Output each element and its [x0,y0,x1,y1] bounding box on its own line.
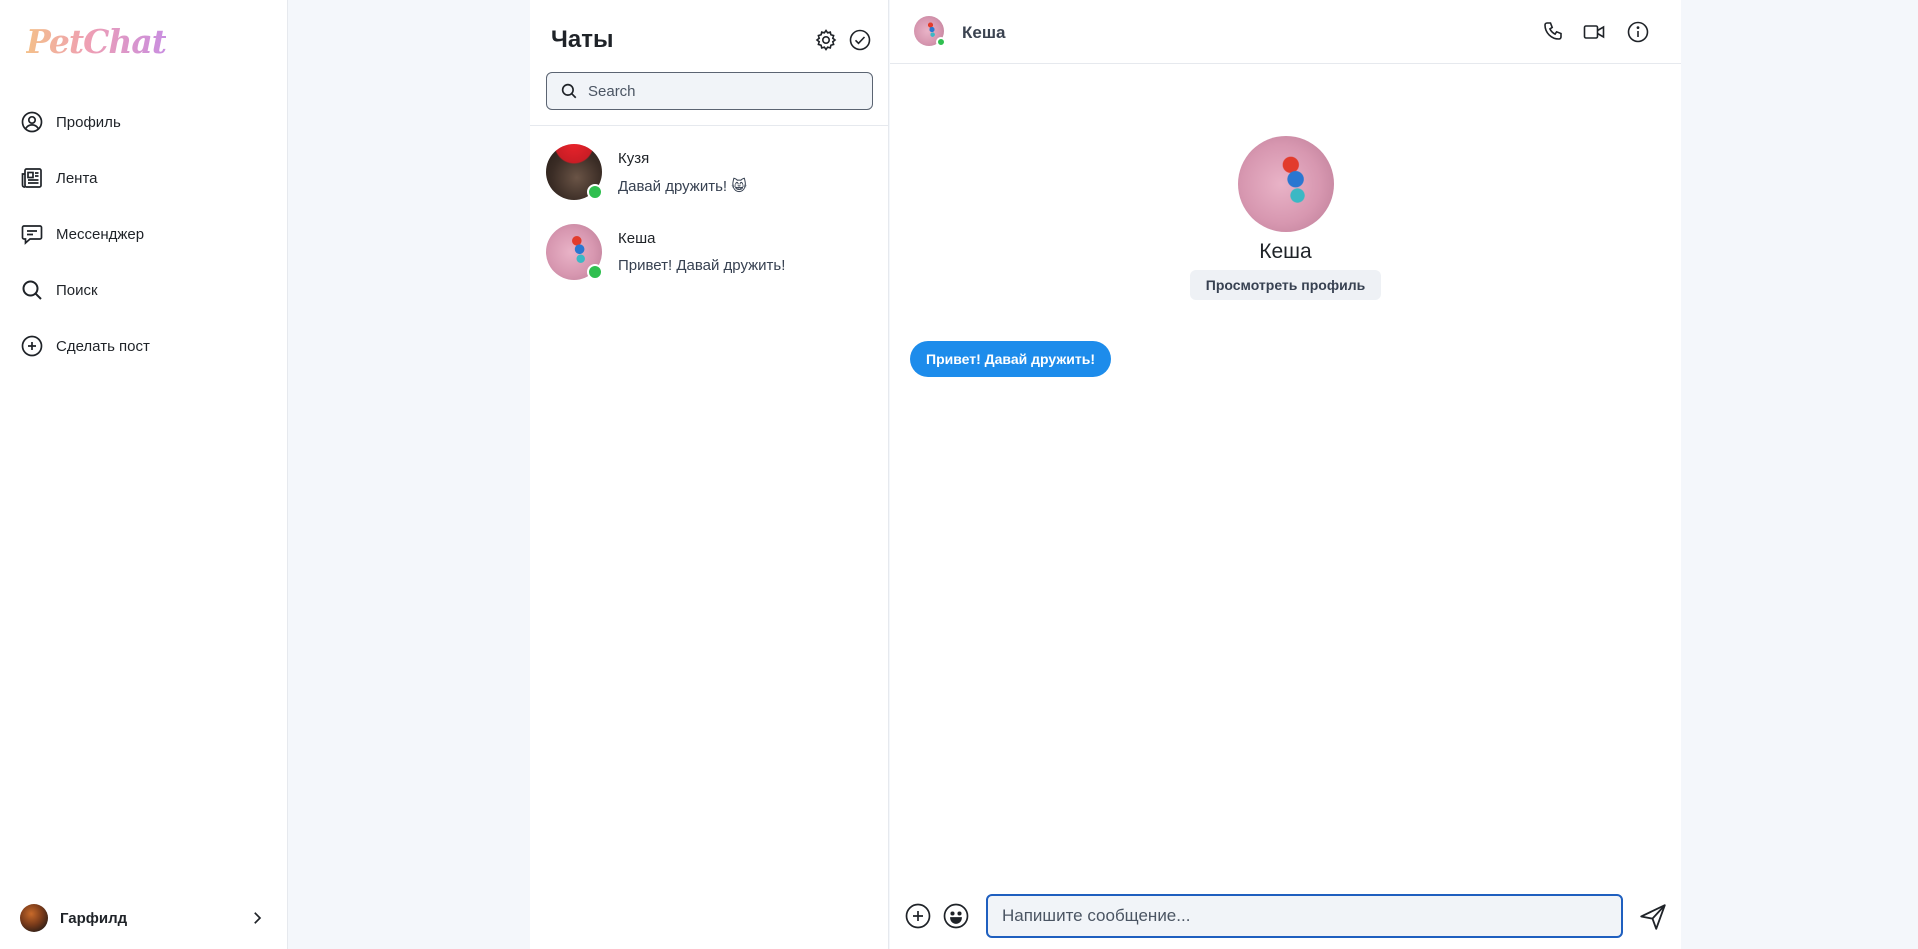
conversation-contact-name[interactable]: Кеша [962,23,1005,43]
sidebar-item-label: Сделать пост [56,337,150,355]
sidebar-item-messenger[interactable]: Мессенджер [20,206,268,262]
sidebar-item-label: Лента [56,169,98,187]
sidebar-item-label: Профиль [56,113,121,131]
chat-list-item-kuzya[interactable]: Кузя Давай дружить! 😸 [546,140,876,204]
sidebar-item-search[interactable]: Поиск [20,262,268,318]
newspaper-icon [20,166,44,190]
online-indicator [587,184,603,200]
sidebar-item-create-post[interactable]: Сделать пост [20,318,268,374]
chat-name: Кеша [618,230,656,247]
view-profile-button[interactable]: Просмотреть профиль [1189,270,1382,300]
search-icon [20,278,44,302]
emoji-icon[interactable] [942,902,970,930]
avatar[interactable] [914,16,946,47]
message-composer [890,890,1681,940]
send-icon[interactable] [1638,902,1668,932]
app-logo[interactable]: PetChat [26,22,167,61]
avatar [546,224,603,280]
message-input[interactable] [986,894,1623,938]
chat-list-panel: Чаты Кузя Давай дружит [530,0,889,949]
conversation-header: Кеша [890,0,1681,64]
avatar [20,904,48,932]
sidebar-nav: Профиль Лента Мессенджер Поиск Сделать п… [20,94,268,374]
online-indicator [936,37,946,47]
online-indicator [587,264,603,280]
search-icon [560,82,578,100]
chat-preview: Привет! Давай дружить! [618,257,786,274]
sidebar-item-profile[interactable]: Профиль [20,94,268,150]
sidebar-item-feed[interactable]: Лента [20,150,268,206]
avatar [1237,136,1334,232]
sidebar: PetChat Профиль Лента Мессенджер Поиск С… [0,0,288,949]
chat-list-item-kesha[interactable]: Кеша Привет! Давай дружить! [546,220,876,284]
phone-icon[interactable] [1542,20,1566,44]
search-input[interactable] [588,82,858,100]
chat-preview: Давай дружить! 😸 [618,177,747,195]
search-field[interactable] [546,72,873,110]
message-icon [20,222,44,246]
gear-icon[interactable] [814,28,838,52]
current-user-name: Гарфилд [60,909,128,927]
sidebar-item-label: Поиск [56,281,98,299]
contact-profile-card: Кеша Просмотреть профиль [890,136,1681,300]
info-icon[interactable] [1626,20,1650,44]
chat-name: Кузя [618,149,650,167]
chevron-right-icon [248,909,266,927]
profile-name: Кеша [1259,240,1312,263]
current-user-menu[interactable]: Гарфилд [20,903,266,933]
page-title: Чаты [551,26,614,53]
plus-circle-icon [20,334,44,358]
sidebar-item-label: Мессенджер [56,225,145,243]
avatar [546,144,603,200]
chat-list-header: Чаты [530,0,889,126]
user-circle-icon [20,110,44,134]
plus-circle-icon[interactable] [904,902,932,930]
video-icon[interactable] [1582,20,1606,44]
check-circle-icon[interactable] [848,28,872,52]
conversation-panel: Кеша Кеша Просмотреть профиль Привет! Да… [890,0,1681,949]
message-bubble[interactable]: Привет! Давай дружить! [910,341,1111,377]
